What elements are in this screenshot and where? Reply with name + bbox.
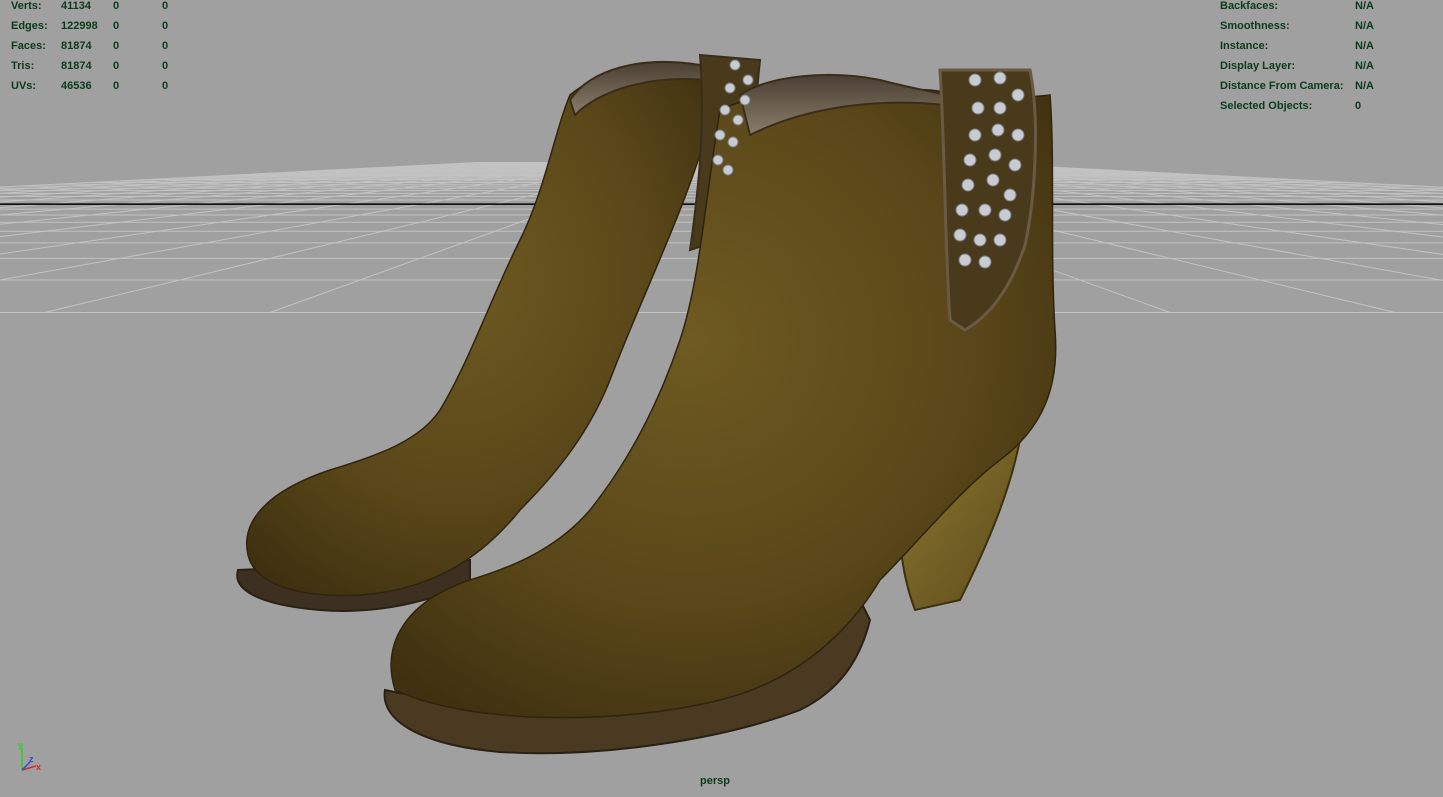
axis-z-label: z [29,754,34,764]
stud [719,104,731,116]
poly-stat-label: Edges: [11,20,48,32]
poly-stat-v1: 41134 [61,0,91,12]
object-detail-row: Instance: N/A [1220,40,1435,60]
object-detail-label: Display Layer: [1220,60,1296,72]
stud [971,101,985,115]
stud [724,82,736,94]
object-detail-label: Instance: [1220,40,1269,52]
poly-stat-v2: 0 [113,0,120,12]
axis-y-label: y [18,740,23,750]
poly-stat-v3: 0 [162,0,169,12]
poly-stat-row: Faces: 81874 0 0 [11,40,211,60]
poly-stat-v1: 81874 [61,40,92,52]
stud [991,123,1005,137]
stud [732,114,744,126]
stud [955,203,969,217]
object-detail-label: Distance From Camera: [1220,80,1344,92]
poly-stat-label: UVs: [11,80,37,92]
stud [993,71,1007,85]
stud [953,228,967,242]
stud [1003,188,1017,202]
axis-x-label: x [36,762,41,772]
stud [968,128,982,142]
poly-stat-v3: 0 [162,80,169,92]
object-detail-row: Smoothness: N/A [1220,20,1435,40]
poly-count-hud: Verts: 41134 0 0 Edges: 122998 0 0 Faces: 81874 0 0… [11,0,211,100]
poly-stat-label: Tris: [11,60,35,72]
object-detail-value: N/A [1355,40,1374,52]
stud [739,94,751,106]
stud [958,253,972,267]
poly-stat-v3: 0 [162,20,169,32]
stud [712,154,724,166]
poly-stat-label: Verts: [11,0,42,12]
object-detail-row: Backfaces: N/A [1220,0,1435,20]
poly-stat-v2: 0 [113,20,120,32]
poly-stat-v3: 0 [162,40,169,52]
stud [986,173,1000,187]
stud [973,233,987,247]
object-detail-label: Smoothness: [1220,20,1290,32]
camera-name-label: persp [700,775,730,787]
stud [1011,88,1025,102]
stud [742,74,754,86]
stud [963,153,977,167]
grid-line [0,162,496,191]
object-detail-value: N/A [1355,20,1374,32]
poly-stat-row: Verts: 41134 0 0 [11,0,211,20]
poly-stat-v1: 81874 [61,60,92,72]
poly-stat-row: Edges: 122998 0 0 [11,20,211,40]
stud [993,101,1007,115]
object-details-hud: Backfaces: N/A Smoothness: N/A Instance: N/A D… [1220,0,1435,120]
poly-stat-v1: 46536 [61,80,92,92]
object-detail-row: Distance From Camera: N/A [1220,80,1435,100]
stud [714,129,726,141]
poly-stat-v2: 0 [113,60,120,72]
stud [998,208,1012,222]
object-detail-label: Selected Objects: [1220,100,1313,112]
poly-stat-v2: 0 [113,80,120,92]
stud [993,233,1007,247]
object-detail-value: 0 [1355,100,1362,112]
grid-line [0,162,513,194]
poly-stat-label: Faces: [11,40,46,52]
object-detail-value: N/A [1355,60,1374,72]
stud [722,164,734,176]
object-detail-row: Selected Objects: 0 [1220,100,1435,120]
poly-stat-row: UVs: 46536 0 0 [11,80,211,100]
poly-stat-row: Tris: 81874 0 0 [11,60,211,80]
stud [978,255,992,269]
stud [727,136,739,148]
stud [1008,158,1022,172]
poly-stat-v2: 0 [113,40,120,52]
stud [988,148,1002,162]
xyz-axis-gizmo-icon: y x z [18,740,41,772]
poly-stat-v3: 0 [162,60,169,72]
perspective-viewport[interactable]: Verts: 41134 0 0 Edges: 122998 0 0 Faces: 81874 0 0… [0,0,1443,797]
stud [961,178,975,192]
stud [978,203,992,217]
object-detail-label: Backfaces: [1220,0,1279,12]
stud [729,59,741,71]
object-detail-row: Display Layer: N/A [1220,60,1435,80]
object-detail-value: N/A [1355,80,1374,92]
poly-stat-v1: 122998 [61,20,98,32]
stud [1011,128,1025,142]
stud [968,73,982,87]
grid-line [0,162,530,198]
object-detail-value: N/A [1355,0,1374,12]
